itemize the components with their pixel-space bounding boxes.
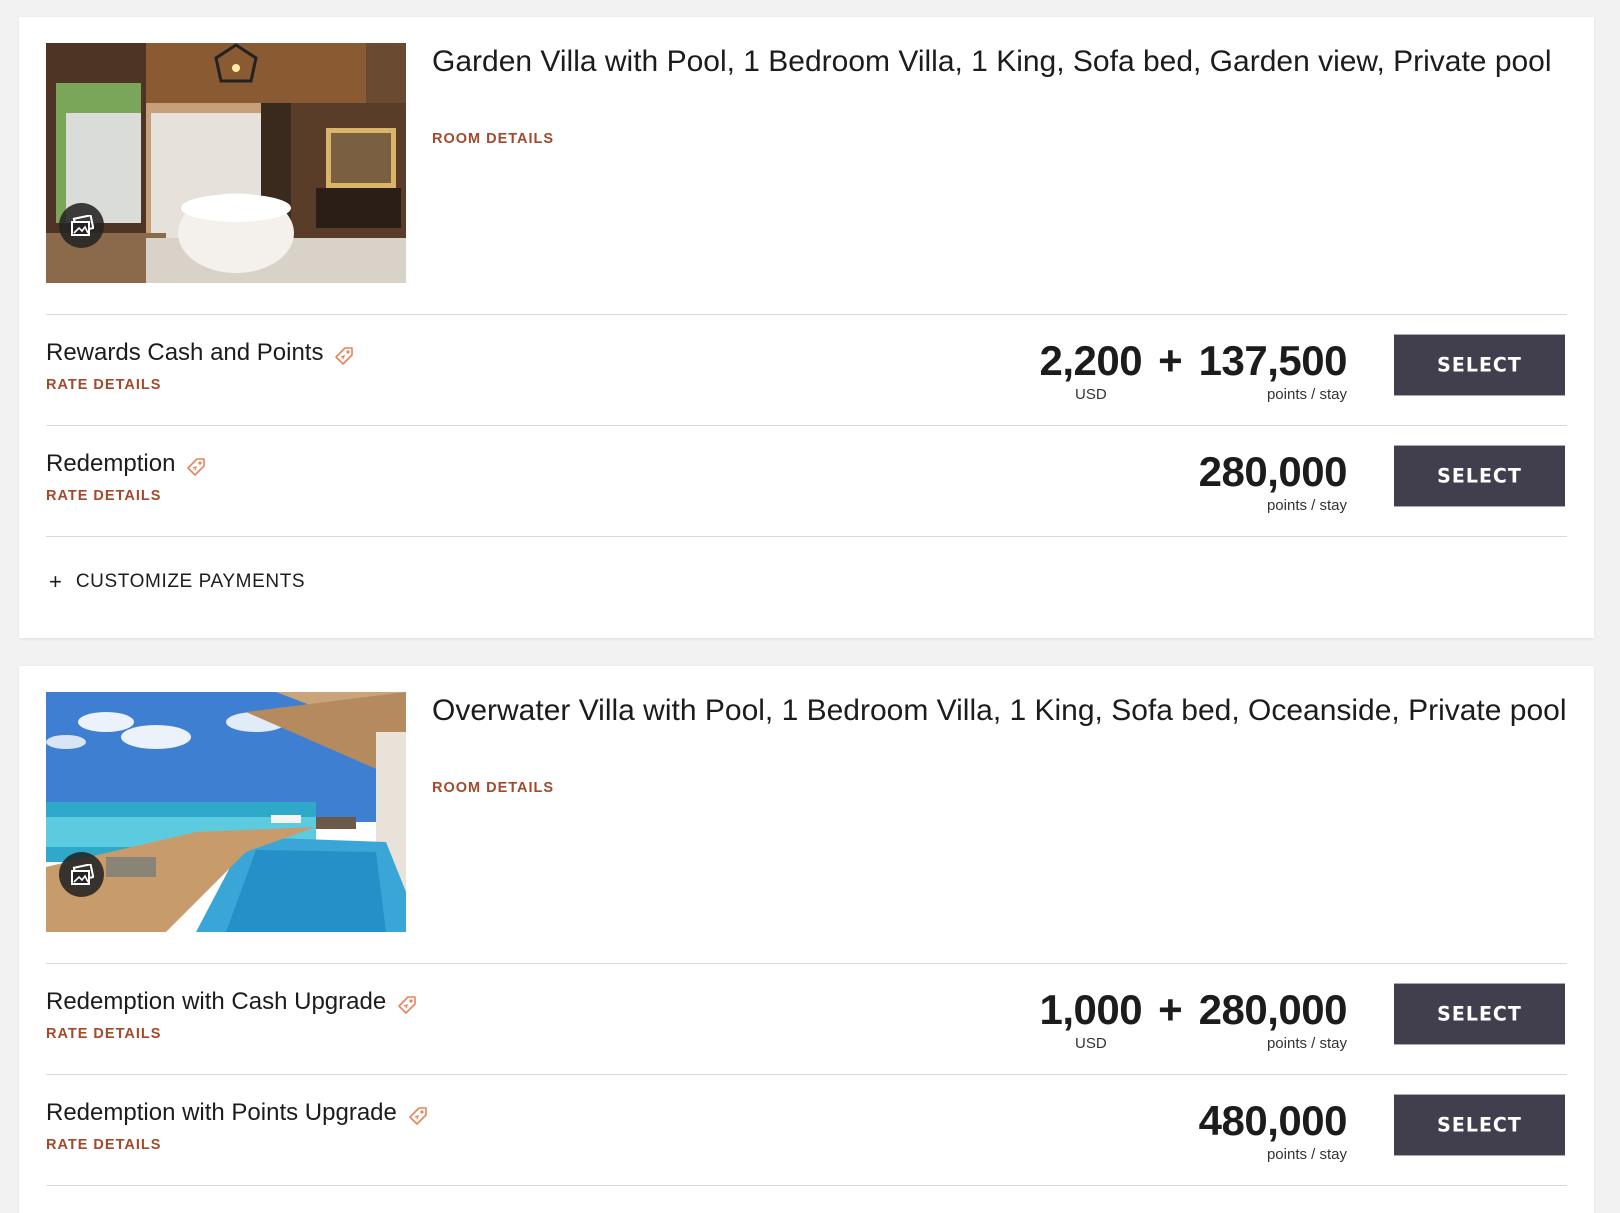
cash-price: 2,200 USD xyxy=(1039,337,1143,404)
price-tag-icon[interactable] xyxy=(333,345,355,367)
customize-payments-toggle[interactable]: + CUSTOMIZE PAYMENTS xyxy=(49,571,305,593)
price-tag-icon[interactable] xyxy=(396,994,418,1016)
room-card-garden-villa: Garden Villa with Pool, 1 Bedroom Villa,… xyxy=(19,17,1594,638)
select-button[interactable]: SELECT xyxy=(1394,983,1565,1045)
points-price: 137,500 points / stay xyxy=(1198,337,1348,404)
plus-sign: + xyxy=(1158,337,1183,384)
room-details-link[interactable]: ROOM DETAILS xyxy=(432,780,554,796)
select-button[interactable]: SELECT xyxy=(1394,445,1565,507)
photo-gallery-button[interactable] xyxy=(59,203,104,248)
room-title: Overwater Villa with Pool, 1 Bedroom Vil… xyxy=(432,694,1567,727)
points-unit: points / stay xyxy=(1266,386,1347,403)
rate-name-label: Redemption with Points Upgrade xyxy=(46,1099,397,1126)
cash-unit: USD xyxy=(1075,386,1107,403)
divider xyxy=(46,1185,1567,1186)
cash-price: 1,000 USD xyxy=(1039,986,1143,1053)
cash-amount: 2,200 xyxy=(1039,337,1143,384)
price-tag-icon[interactable] xyxy=(407,1105,429,1127)
cash-unit: USD xyxy=(1075,1035,1107,1052)
select-button[interactable]: SELECT xyxy=(1394,334,1565,396)
points-price: 480,000 points / stay xyxy=(1198,1097,1348,1164)
rate-details-link[interactable]: RATE DETAILS xyxy=(46,1026,161,1042)
points-unit: points / stay xyxy=(1266,1146,1347,1163)
rate-details-link[interactable]: RATE DETAILS xyxy=(46,1137,161,1153)
rate-name: Redemption with Cash Upgrade xyxy=(46,988,418,1016)
points-amount: 480,000 xyxy=(1198,1097,1348,1144)
divider xyxy=(46,536,1567,537)
bathroom-photo xyxy=(46,43,406,283)
price-display: 480,000 points / stay xyxy=(1198,1097,1348,1164)
rate-row: Redemption with Points Upgrade RATE DETA… xyxy=(46,1074,1567,1185)
room-photo[interactable] xyxy=(46,43,406,283)
rate-details-link[interactable]: RATE DETAILS xyxy=(46,488,161,504)
photo-gallery-icon xyxy=(70,214,94,236)
room-header: Overwater Villa with Pool, 1 Bedroom Vil… xyxy=(46,692,1567,932)
rate-name: Redemption xyxy=(46,450,207,478)
points-amount: 280,000 xyxy=(1198,448,1348,495)
photo-gallery-button[interactable] xyxy=(59,852,104,897)
overwater-villa-photo xyxy=(46,692,406,932)
cash-amount: 1,000 xyxy=(1039,986,1143,1033)
room-photo[interactable] xyxy=(46,692,406,932)
rate-details-link[interactable]: RATE DETAILS xyxy=(46,377,161,393)
room-card-overwater-villa: Overwater Villa with Pool, 1 Bedroom Vil… xyxy=(19,666,1594,1213)
plus-sign: + xyxy=(1158,986,1183,1033)
room-details-link[interactable]: ROOM DETAILS xyxy=(432,131,554,147)
rate-name: Rewards Cash and Points xyxy=(46,339,355,367)
rate-name: Redemption with Points Upgrade xyxy=(46,1099,429,1127)
points-amount: 137,500 xyxy=(1198,337,1348,384)
room-header: Garden Villa with Pool, 1 Bedroom Villa,… xyxy=(46,43,1567,283)
points-price: 280,000 points / stay xyxy=(1198,986,1348,1053)
customize-payments-label: CUSTOMIZE PAYMENTS xyxy=(75,571,306,592)
points-amount: 280,000 xyxy=(1198,986,1348,1033)
rate-row: Redemption RATE DETAILS 280,000 points /… xyxy=(46,425,1567,536)
photo-gallery-icon xyxy=(70,863,94,885)
room-title: Garden Villa with Pool, 1 Bedroom Villa,… xyxy=(432,45,1552,78)
select-button[interactable]: SELECT xyxy=(1394,1094,1565,1156)
rate-row: Redemption with Cash Upgrade RATE DETAIL… xyxy=(46,963,1567,1074)
plus-icon: + xyxy=(49,569,62,594)
rate-name-label: Redemption xyxy=(46,450,176,477)
points-unit: points / stay xyxy=(1266,1035,1347,1052)
points-price: 280,000 points / stay xyxy=(1198,448,1348,515)
rate-name-label: Rewards Cash and Points xyxy=(46,339,324,366)
price-display: 1,000 USD + 280,000 points / stay xyxy=(1039,986,1348,1053)
price-display: 280,000 points / stay xyxy=(1198,448,1348,515)
price-tag-icon[interactable] xyxy=(185,456,207,478)
points-unit: points / stay xyxy=(1266,497,1347,514)
rate-row: Rewards Cash and Points RATE DETAILS 2,2… xyxy=(46,314,1567,425)
rate-name-label: Redemption with Cash Upgrade xyxy=(46,988,387,1015)
price-display: 2,200 USD + 137,500 points / stay xyxy=(1039,337,1348,404)
